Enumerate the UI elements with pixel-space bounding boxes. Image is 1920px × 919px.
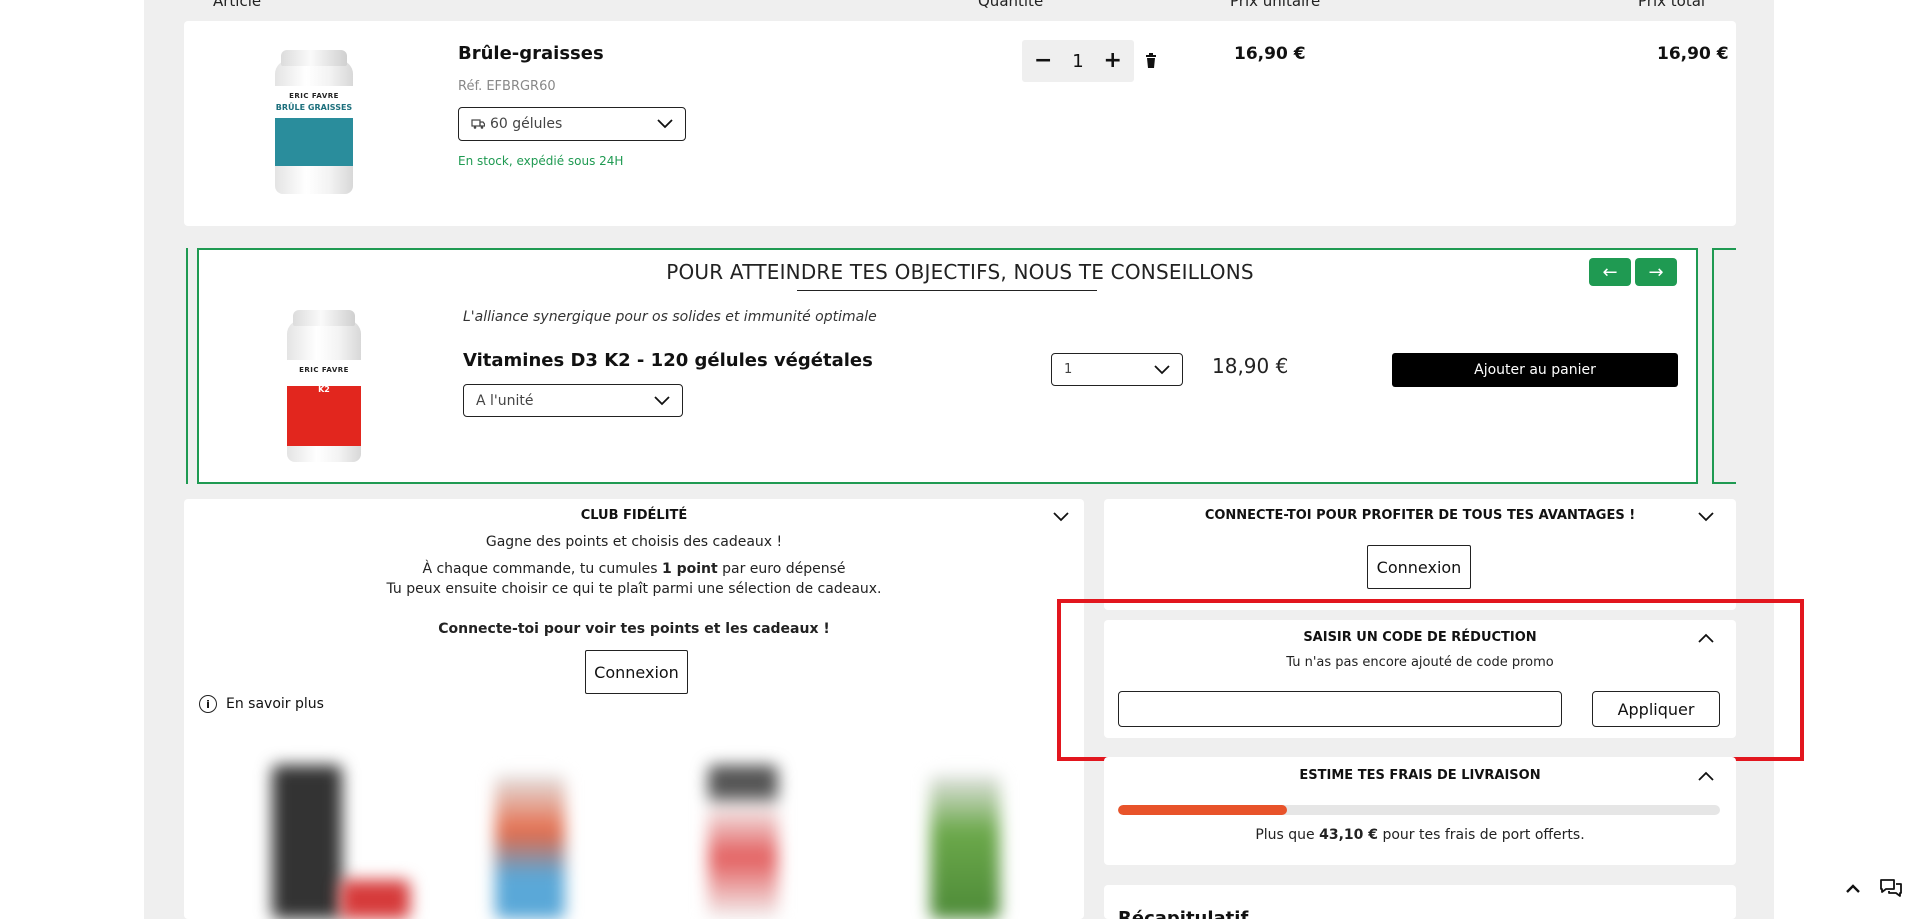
- chevron-down-icon[interactable]: [1053, 512, 1069, 522]
- product-image-brule-graisses[interactable]: ERIC FAVRE BRÛLE GRAISSES: [275, 50, 353, 194]
- shipping-title: ESTIME TES FRAIS DE LIVRAISON: [1299, 768, 1541, 783]
- chevron-down-icon[interactable]: [1698, 512, 1714, 522]
- arrow-right-icon[interactable]: →: [1635, 258, 1677, 286]
- apply-promo-button[interactable]: Appliquer: [1592, 691, 1720, 727]
- quantity-label: 1: [1064, 362, 1073, 377]
- chevron-down-icon: [657, 119, 673, 129]
- cart-item-title[interactable]: Brûle-graisses: [458, 43, 604, 64]
- variant-label: A l'unité: [476, 392, 534, 409]
- column-article: Article: [213, 0, 262, 10]
- chevron-down-icon: [1154, 364, 1170, 374]
- summary-title: Récapitulatif: [1118, 908, 1249, 919]
- promo-title: SAISIR UN CODE DE RÉDUCTION: [1303, 630, 1537, 645]
- chevron-up-icon[interactable]: [1698, 771, 1714, 781]
- arrow-left-icon[interactable]: ←: [1589, 258, 1631, 286]
- recommendation-tagline: L'alliance synergique pour os solides et…: [463, 309, 877, 325]
- gift-product-image[interactable]: [708, 765, 778, 919]
- recommendation-price: 18,90 €: [1212, 354, 1289, 378]
- free-shipping-progress: [1118, 805, 1720, 815]
- promo-subtitle: Tu n'as pas encore ajouté de code promo: [1286, 655, 1554, 670]
- cart-item-variant-select[interactable]: 60 gélules: [458, 107, 686, 141]
- scroll-top-icon[interactable]: [1845, 882, 1861, 894]
- loyalty-connexion-button[interactable]: Connexion: [585, 650, 688, 694]
- product-image-vitamines-d3-k2[interactable]: ERIC FAVRE VITAMINES D3 K2: [287, 310, 361, 462]
- chevron-up-icon[interactable]: [1698, 633, 1714, 643]
- total-price: 16,90 €: [1657, 44, 1729, 64]
- truck-icon: [471, 119, 485, 129]
- column-unit-price: Prix unitaire: [1230, 0, 1321, 10]
- title-underline: [797, 290, 1097, 291]
- learn-more-link[interactable]: En savoir plus: [226, 696, 324, 712]
- loyalty-cta: Connecte-toi pour voir tes points et les…: [438, 621, 830, 637]
- loyalty-gifts-text: Tu peux ensuite choisir ce qui te plaît …: [386, 581, 882, 597]
- gift-product-image: [340, 880, 410, 919]
- recommendation-title: POUR ATTEINDRE TES OBJECTIFS, NOUS TE CO…: [666, 260, 1254, 284]
- gift-product-image[interactable]: [272, 765, 342, 919]
- column-quantity: Quantité: [978, 0, 1044, 10]
- recommendation-quantity-select[interactable]: 1: [1051, 353, 1183, 386]
- loyalty-intro: Gagne des points et choisis des cadeaux …: [485, 534, 783, 550]
- cart-item-ref: Réf. EFBRGR60: [458, 79, 556, 94]
- quantity-stepper: − 1 +: [1022, 40, 1134, 82]
- unit-price: 16,90 €: [1234, 44, 1306, 64]
- plus-icon[interactable]: +: [1104, 50, 1122, 72]
- loyalty-title: CLUB FIDÉLITÉ: [580, 508, 688, 523]
- stock-status: En stock, expédié sous 24H: [458, 154, 624, 168]
- gift-product-image[interactable]: [930, 775, 1000, 919]
- gift-product-image[interactable]: [495, 775, 565, 919]
- add-to-cart-button[interactable]: Ajouter au panier: [1392, 353, 1678, 387]
- trash-icon[interactable]: [1145, 53, 1157, 68]
- loyalty-points-text: À chaque commande, tu cumules 1 point pa…: [422, 561, 846, 577]
- free-shipping-text: Plus que 43,10 € pour tes frais de port …: [1255, 827, 1585, 843]
- recommendation-product-name[interactable]: Vitamines D3 K2 - 120 gélules végétales: [463, 350, 873, 371]
- chat-icon[interactable]: [1878, 877, 1904, 899]
- info-icon[interactable]: i: [199, 695, 217, 713]
- minus-icon[interactable]: −: [1034, 50, 1052, 72]
- quantity-value[interactable]: 1: [1072, 51, 1083, 72]
- variant-label: 60 gélules: [490, 116, 563, 132]
- chevron-down-icon: [654, 395, 670, 405]
- recommendation-variant-select[interactable]: A l'unité: [463, 384, 683, 417]
- column-total-price: Prix total: [1638, 0, 1706, 10]
- progress-fill: [1118, 805, 1287, 815]
- account-connexion-button[interactable]: Connexion: [1367, 545, 1471, 589]
- account-title: CONNECTE-TOI POUR PROFITER DE TOUS TES A…: [1204, 508, 1636, 523]
- promo-code-input[interactable]: [1118, 691, 1562, 727]
- cart-item-card: [184, 21, 1736, 226]
